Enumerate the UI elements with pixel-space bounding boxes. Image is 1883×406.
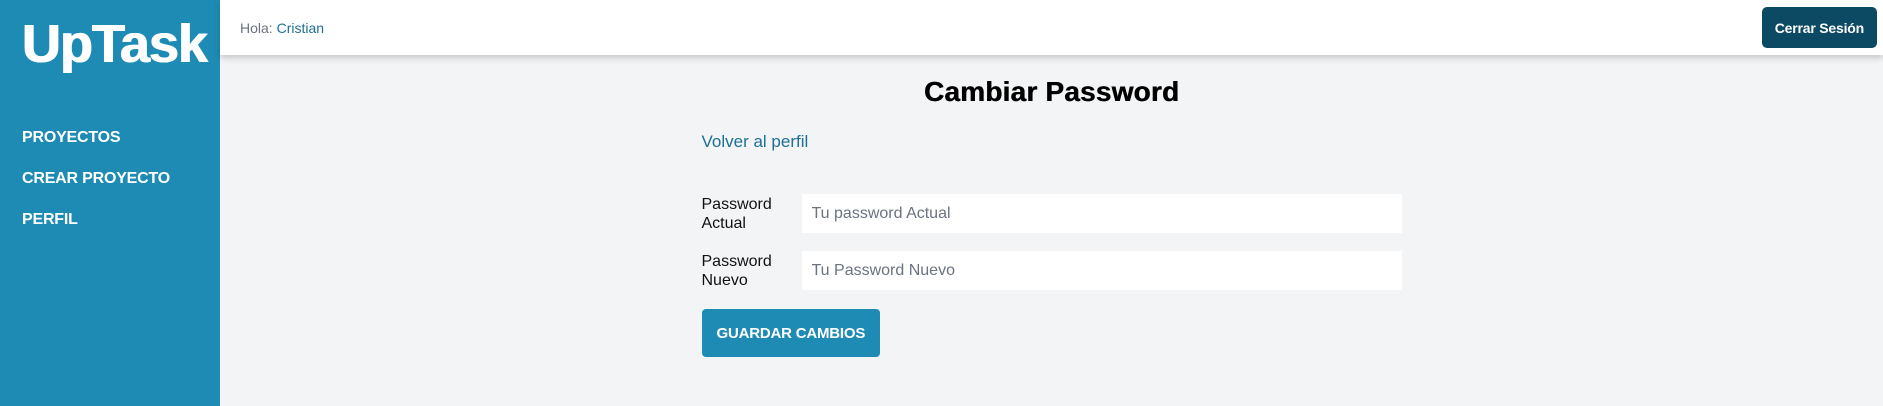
current-password-field: Password Actual <box>702 194 1402 233</box>
content: Cambiar Password Volver al perfil Passwo… <box>701 55 1402 357</box>
new-password-label-line1: Password <box>701 252 772 270</box>
new-password-field: Password Nuevo <box>702 251 1402 290</box>
current-password-label-line1: Password <box>701 195 772 213</box>
brand-logo: UpTask <box>22 14 208 74</box>
top-bar: Hola: Cristian Cerrar Sesión <box>220 0 1883 55</box>
sidebar-nav: PROYECTOS CREAR PROYECTO PERFIL <box>22 129 198 229</box>
sidebar-item-crear-proyecto[interactable]: CREAR PROYECTO <box>22 170 198 188</box>
sidebar: UpTask PROYECTOS CREAR PROYECTO PERFIL <box>0 0 220 406</box>
new-password-label-line2: Nuevo <box>701 271 748 289</box>
current-password-label-line2: Actual <box>701 214 746 232</box>
greeting-prefix: Hola: <box>240 19 277 36</box>
new-password-label: Password Nuevo <box>702 252 802 290</box>
change-password-form: Password Actual Password Nuevo GUARDAR C… <box>701 194 1402 357</box>
user-name: Cristian <box>276 19 325 36</box>
logout-button[interactable]: Cerrar Sesión <box>1761 7 1877 48</box>
current-password-label: Password Actual <box>702 195 802 233</box>
page-title: Cambiar Password <box>923 76 1180 107</box>
sidebar-item-perfil[interactable]: PERFIL <box>22 211 198 229</box>
main-area: Hola: Cristian Cerrar Sesión Cambiar Pas… <box>220 0 1883 406</box>
new-password-input[interactable] <box>801 251 1402 290</box>
save-changes-button[interactable]: GUARDAR CAMBIOS <box>701 309 881 357</box>
app-layout: UpTask PROYECTOS CREAR PROYECTO PERFIL H… <box>0 0 1883 406</box>
sidebar-item-proyectos[interactable]: PROYECTOS <box>22 129 198 147</box>
greeting: Hola: Cristian <box>240 20 324 36</box>
current-password-input[interactable] <box>801 194 1402 233</box>
back-to-profile-link[interactable]: Volver al perfil <box>702 132 809 152</box>
